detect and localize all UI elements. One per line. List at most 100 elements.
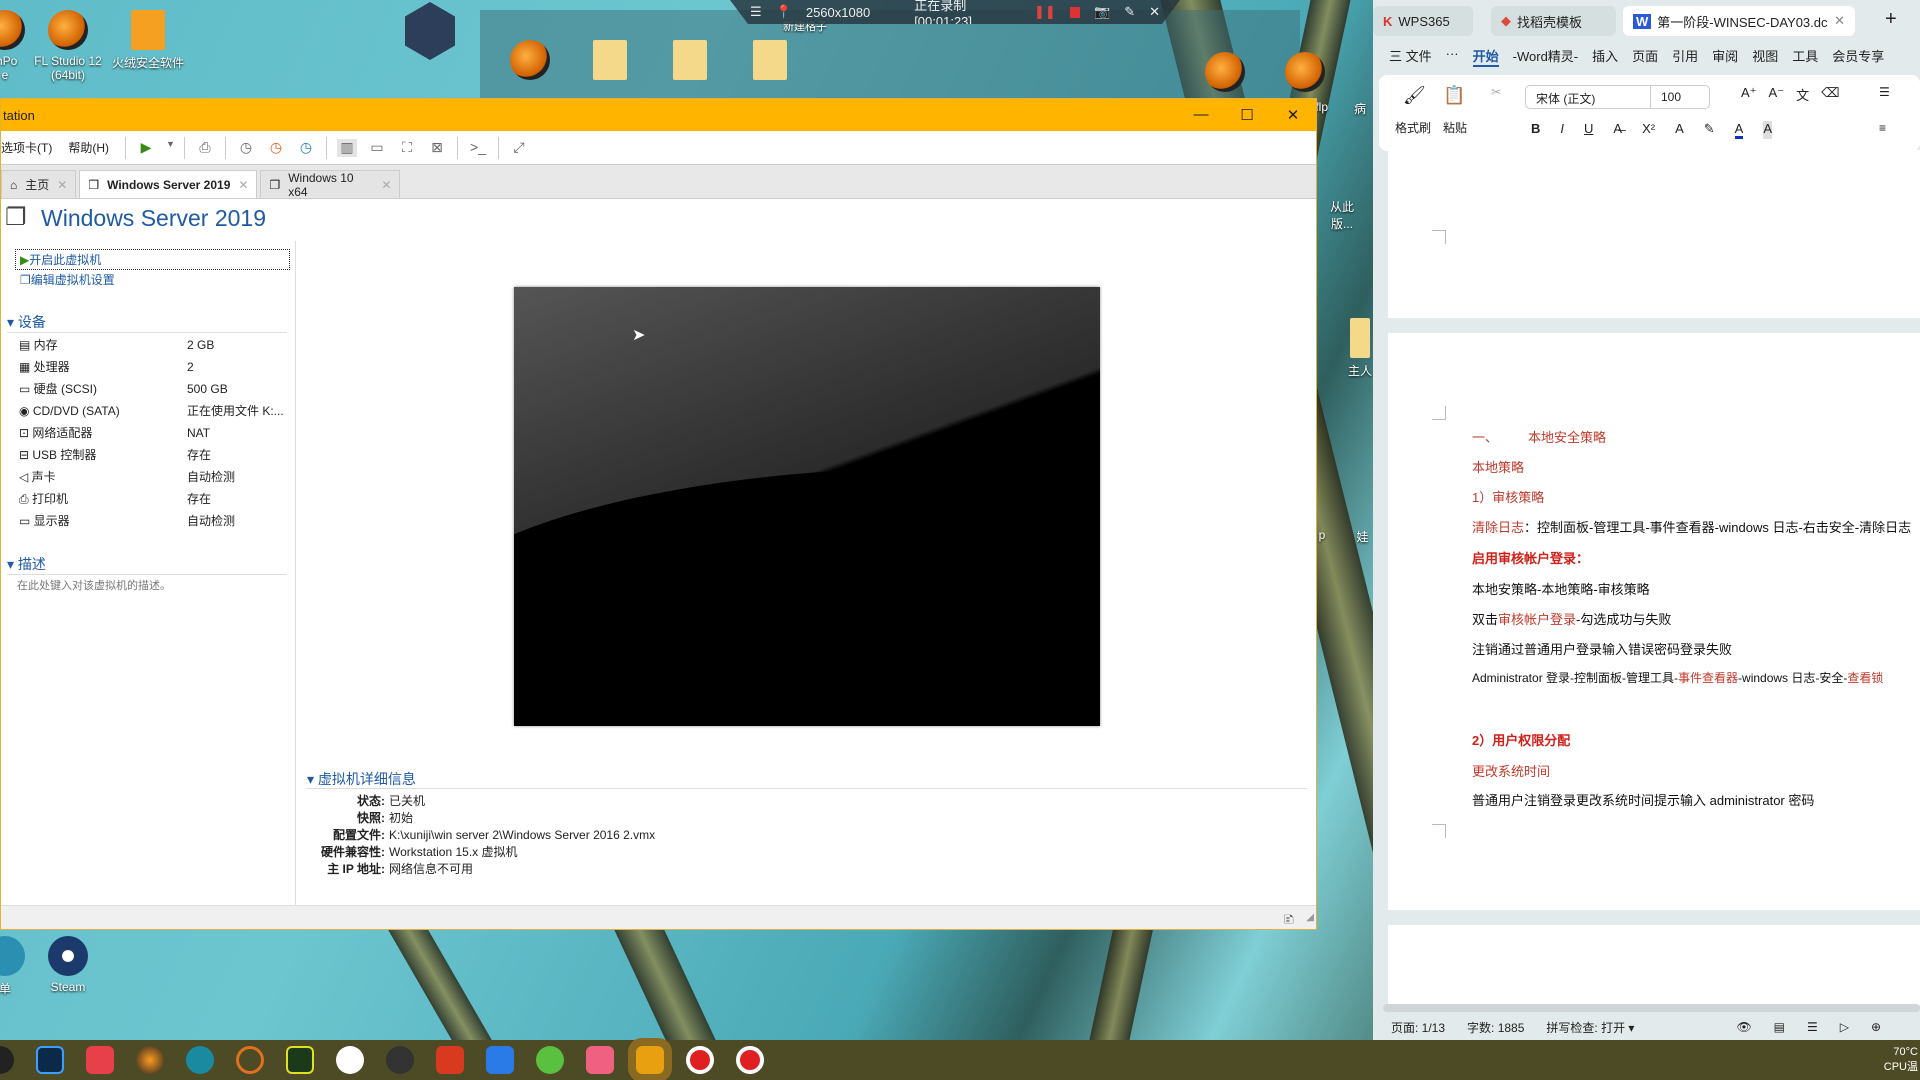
- device-printer[interactable]: ⎙ 打印机 存在: [19, 491, 289, 507]
- resize-grip[interactable]: ◢: [1306, 912, 1314, 923]
- font-color-icon[interactable]: A: [1734, 121, 1744, 139]
- tab-windows-server-2019[interactable]: ❐ Windows Server 2019 ✕: [79, 170, 258, 198]
- align-icon[interactable]: ≡: [1879, 121, 1886, 135]
- snapshot-manager-icon[interactable]: ◷: [296, 139, 316, 157]
- menu-file[interactable]: 三 文件: [1389, 46, 1432, 67]
- device-display[interactable]: ▭ 显示器 自动检测: [19, 513, 289, 529]
- description-field[interactable]: 在此处键入对该虚拟机的描述。: [17, 577, 171, 593]
- web-view-icon[interactable]: ⊕: [1871, 1020, 1881, 1034]
- minimize-button[interactable]: —: [1178, 106, 1224, 124]
- document-page[interactable]: 一、 本地安全策略 本地策略 1）审核策略 清除日志：控制面板-管理工具-事件查看…: [1388, 333, 1920, 910]
- photoshop-icon[interactable]: [36, 1046, 64, 1074]
- italic-icon[interactable]: I: [1560, 121, 1564, 139]
- menu-home[interactable]: 开始: [1472, 46, 1499, 67]
- camera-icon[interactable]: 📷: [1094, 4, 1110, 20]
- desktop-icon-folder[interactable]: 主人: [1345, 318, 1375, 379]
- page-view-icon[interactable]: ▤: [1774, 1020, 1785, 1034]
- desktop-icon-flp[interactable]: [1180, 52, 1270, 96]
- description-section[interactable]: ▾ 描述: [7, 554, 287, 575]
- desktop-icon-flp[interactable]: [1260, 52, 1350, 96]
- send-keys-icon[interactable]: ⎙: [195, 139, 215, 157]
- menu-more[interactable]: ···: [1446, 46, 1459, 67]
- desktop-icon-huorong[interactable]: 火绒安全软件: [103, 10, 193, 71]
- chevron-down-icon[interactable]: ▼: [166, 139, 175, 157]
- app-icon[interactable]: [336, 1046, 364, 1074]
- maximize-button[interactable]: ☐: [1224, 106, 1270, 124]
- strikethrough-icon[interactable]: A̶: [1613, 121, 1622, 139]
- app-icon[interactable]: [236, 1046, 264, 1074]
- document-page[interactable]: [1388, 150, 1920, 318]
- desktop-icon-flp[interactable]: [485, 40, 575, 84]
- wps-icon[interactable]: [436, 1046, 464, 1074]
- tab-windows-10[interactable]: ❐ Windows 10 x64 ✕: [260, 170, 401, 199]
- revert-snapshot-icon[interactable]: ◷: [266, 139, 286, 157]
- spell-check-toggle[interactable]: 拼写检查: 打开 ▾: [1546, 1019, 1634, 1036]
- library-view-icon[interactable]: ▥: [337, 138, 357, 157]
- console-icon[interactable]: >_: [468, 139, 488, 157]
- recorder-icon[interactable]: [736, 1046, 764, 1074]
- cut-icon[interactable]: ✂: [1491, 85, 1501, 99]
- edit-vm-settings-link[interactable]: ❐编辑虚拟机设置: [15, 271, 115, 288]
- fullscreen-icon[interactable]: ⛶: [397, 139, 417, 157]
- close-button[interactable]: ✕: [1270, 106, 1316, 124]
- unity-icon[interactable]: ⊠: [427, 139, 447, 157]
- horizontal-scrollbar[interactable]: [1383, 1004, 1920, 1012]
- device-cdrom[interactable]: ◉ CD/DVD (SATA) 正在使用文件 K:...: [19, 403, 289, 419]
- font-size[interactable]: 100: [1651, 86, 1691, 108]
- app-icon[interactable]: [486, 1046, 514, 1074]
- vm-details-section[interactable]: ▾ 虚拟机详细信息: [307, 770, 1307, 789]
- stretch-icon[interactable]: ⤢: [509, 139, 529, 157]
- fl-studio-icon[interactable]: [136, 1046, 164, 1074]
- device-disk[interactable]: ▭ 硬盘 (SCSI) 500 GB: [19, 381, 289, 397]
- desktop-icon-steam[interactable]: Steam: [23, 936, 113, 994]
- message-log-icon[interactable]: 🗈: [1284, 909, 1294, 933]
- paste-icon[interactable]: 📋: [1443, 85, 1465, 106]
- eye-icon[interactable]: 👁: [1736, 1020, 1751, 1034]
- bold-icon[interactable]: B: [1531, 121, 1540, 139]
- font-selector[interactable]: 宋体 (正文) 100: [1525, 85, 1710, 109]
- paste-button[interactable]: 粘贴: [1443, 119, 1467, 136]
- stop-icon[interactable]: [1069, 6, 1080, 18]
- desktop-icon-folder[interactable]: [645, 40, 735, 84]
- menu-tools[interactable]: 工具: [1792, 46, 1818, 67]
- app-logo-icon[interactable]: [405, 2, 455, 60]
- menu-icon[interactable]: ☰: [750, 4, 762, 20]
- tab-docer-templates[interactable]: ◆ 找稻壳模板: [1491, 6, 1616, 36]
- device-cpu[interactable]: ▦ 处理器 2: [19, 359, 289, 375]
- pen-icon[interactable]: ✎: [1124, 4, 1135, 20]
- pin-icon[interactable]: 📍: [776, 4, 792, 20]
- snapshot-icon[interactable]: ◷: [236, 139, 256, 157]
- close-icon[interactable]: ✕: [1149, 4, 1160, 20]
- vm-screen-preview[interactable]: ➤: [514, 287, 1100, 726]
- pause-icon[interactable]: ❚❚: [1034, 4, 1056, 20]
- close-tab-icon[interactable]: ✕: [381, 178, 391, 192]
- close-tab-icon[interactable]: ✕: [57, 178, 67, 192]
- superscript-icon[interactable]: X²: [1642, 121, 1655, 139]
- menu-view[interactable]: 视图: [1752, 46, 1778, 67]
- app-icon[interactable]: [186, 1046, 214, 1074]
- font-name[interactable]: 宋体 (正文): [1526, 86, 1651, 108]
- menu-tabs[interactable]: 选项卡(T): [1, 139, 52, 156]
- close-tab-icon[interactable]: ✕: [1834, 13, 1845, 29]
- recorder-icon[interactable]: [686, 1046, 714, 1074]
- desktop-icon-folder[interactable]: [725, 40, 815, 84]
- menu-review[interactable]: 审阅: [1712, 46, 1738, 67]
- tab-home[interactable]: ⌂ 主页 ✕: [1, 170, 77, 198]
- new-tab-icon[interactable]: +: [1885, 8, 1897, 31]
- format-painter-button[interactable]: 格式刷: [1395, 119, 1431, 136]
- close-tab-icon[interactable]: ✕: [238, 178, 248, 192]
- menu-member[interactable]: 会员专享: [1832, 46, 1884, 67]
- outline-icon[interactable]: ☰: [1807, 1020, 1818, 1034]
- page-indicator[interactable]: 页面: 1/13: [1391, 1019, 1445, 1036]
- vmware-icon[interactable]: [628, 1038, 672, 1080]
- pycharm-icon[interactable]: [286, 1046, 314, 1074]
- power-on-icon[interactable]: ▶: [136, 139, 156, 157]
- netease-music-icon[interactable]: [86, 1046, 114, 1074]
- underline-icon[interactable]: U: [1584, 121, 1593, 139]
- word-count[interactable]: 字数: 1885: [1467, 1019, 1524, 1036]
- device-memory[interactable]: ▤ 内存 2 GB: [19, 337, 289, 353]
- device-network[interactable]: ⊡ 网络适配器 NAT: [19, 425, 289, 441]
- desktop-icon-fl-studio[interactable]: FL Studio 12 (64bit): [23, 10, 113, 82]
- devices-section[interactable]: ▾ 设备: [7, 312, 287, 333]
- browser-icon[interactable]: [536, 1046, 564, 1074]
